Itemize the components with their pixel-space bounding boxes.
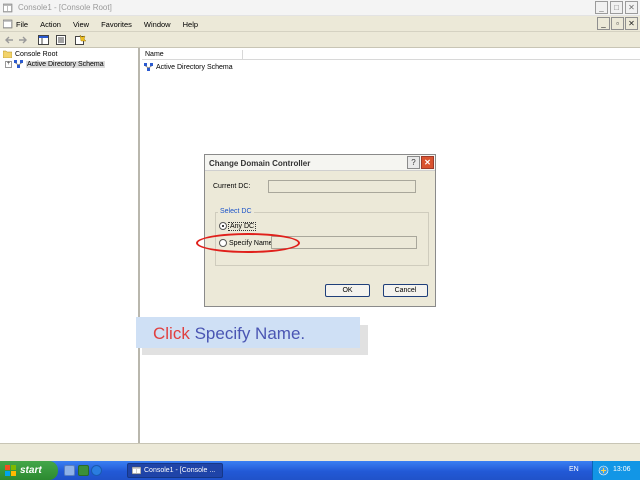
status-bar [0, 443, 640, 461]
show-desktop-icon[interactable] [64, 465, 75, 476]
start-label: start [20, 465, 42, 476]
mmc-app-icon [132, 466, 141, 475]
dialog-title-bar: Change Domain Controller ? ✕ [205, 155, 435, 171]
tree-node-active-directory-schema[interactable]: + Active Directory Schema [5, 60, 105, 69]
export-list-icon [55, 35, 66, 45]
column-header-label: Name [145, 51, 164, 58]
taskbar-button-console1[interactable]: Console1 - [Console ... [127, 463, 223, 478]
minimize-button[interactable]: _ [595, 1, 608, 14]
forward-button[interactable] [17, 34, 29, 46]
menu-help[interactable]: Help [183, 20, 198, 29]
show-hide-tree-button[interactable] [37, 34, 49, 46]
select-dc-group-title: Select DC [218, 208, 254, 215]
internet-explorer-icon[interactable] [91, 465, 102, 476]
menu-file[interactable]: File [16, 20, 28, 29]
instruction-target: Specify Name. [194, 324, 306, 343]
properties-icon [74, 35, 86, 45]
child-close-button[interactable]: ✕ [625, 17, 638, 30]
language-indicator[interactable]: EN [569, 466, 579, 473]
any-dc-radio-option[interactable]: Any DC [219, 221, 257, 231]
cancel-button[interactable]: Cancel [383, 284, 428, 297]
any-dc-label: Any DC [227, 221, 257, 231]
schema-icon [14, 60, 23, 68]
menu-action[interactable]: Action [40, 20, 61, 29]
console-tree-pane: Console Root + Active Directory Schema [0, 48, 140, 443]
menu-favorites[interactable]: Favorites [101, 20, 132, 29]
properties-button[interactable] [74, 34, 86, 46]
console-menu-icon[interactable] [3, 19, 13, 29]
tree-label-active-directory-schema: Active Directory Schema [26, 61, 105, 68]
folder-icon [3, 50, 12, 58]
menu-bar: File Action View Favorites Window Help _… [0, 16, 640, 32]
window-title: Console1 - [Console Root] [18, 3, 112, 12]
tree-expander[interactable]: + [5, 61, 12, 68]
system-tray: 13:06 [592, 461, 640, 480]
menu-view[interactable]: View [73, 20, 89, 29]
column-header-name[interactable]: Name [142, 50, 640, 60]
instruction-callout: Click Specify Name. [136, 317, 360, 348]
child-minimize-button[interactable]: _ [597, 17, 610, 30]
list-item[interactable]: Active Directory Schema [144, 63, 233, 72]
clock[interactable]: 13:06 [613, 466, 631, 473]
forward-arrow-icon [19, 36, 27, 44]
child-restore-button[interactable]: ▫ [611, 17, 624, 30]
change-domain-controller-dialog: Change Domain Controller ? ✕ Current DC:… [196, 154, 436, 307]
ok-button[interactable]: OK [325, 284, 370, 297]
list-item-label: Active Directory Schema [156, 64, 233, 71]
back-arrow-icon [5, 36, 13, 44]
instruction-text: Click Specify Name. [153, 324, 305, 344]
highlight-ellipse [196, 233, 300, 253]
network-icon[interactable] [598, 465, 609, 476]
tree-label-console-root: Console Root [15, 50, 58, 58]
dialog-close-button[interactable]: ✕ [421, 156, 434, 169]
toolbar [0, 32, 640, 48]
title-bar: Console1 - [Console Root] _ □ ✕ [0, 0, 640, 16]
windows-logo-icon [5, 465, 16, 476]
current-dc-label: Current DC: [213, 183, 251, 190]
back-button[interactable] [3, 34, 15, 46]
start-button[interactable]: start [0, 461, 58, 480]
export-list-button[interactable] [55, 34, 67, 46]
taskbar: start Console1 - [Console ... EN 13:06 [0, 461, 640, 480]
menu-window[interactable]: Window [144, 20, 171, 29]
close-button[interactable]: ✕ [625, 1, 638, 14]
tree-node-console-root[interactable]: Console Root [3, 50, 57, 58]
schema-icon [144, 63, 153, 71]
dialog-title: Change Domain Controller [209, 159, 311, 168]
current-dc-field [268, 180, 416, 193]
dialog-help-button[interactable]: ? [407, 156, 420, 169]
any-dc-radio[interactable] [219, 222, 227, 230]
console-tree-icon [37, 35, 49, 45]
media-player-icon[interactable] [78, 465, 89, 476]
taskbar-button-label: Console1 - [Console ... [144, 467, 216, 474]
maximize-button[interactable]: □ [610, 1, 623, 14]
mmc-app-icon [3, 3, 13, 13]
instruction-word-click: Click [153, 324, 190, 343]
